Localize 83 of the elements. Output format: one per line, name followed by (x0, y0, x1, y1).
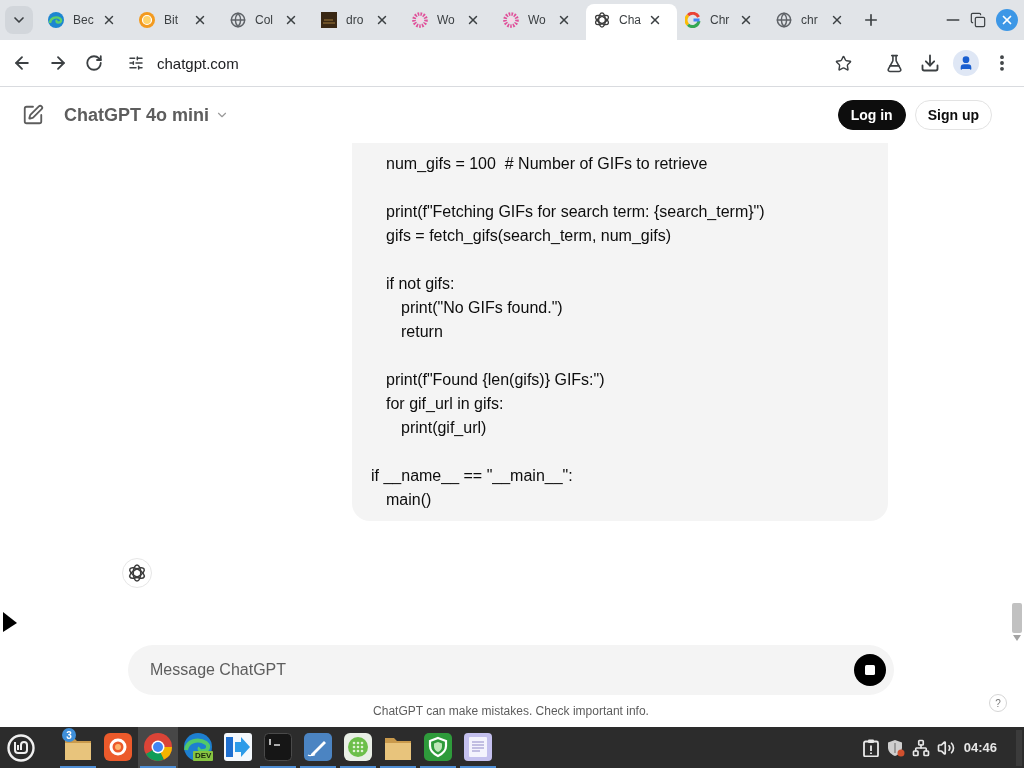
close-icon[interactable] (648, 13, 662, 27)
star-icon[interactable] (835, 54, 852, 72)
login-button[interactable]: Log in (837, 100, 906, 130)
close-icon[interactable] (102, 13, 116, 27)
signup-button[interactable]: Sign up (914, 100, 992, 130)
browser-tab[interactable]: Cha (586, 4, 677, 40)
browser-tab[interactable]: Bit (131, 4, 222, 40)
help-button[interactable]: ? (989, 694, 1007, 712)
clock-text[interactable]: 04:46 (963, 740, 997, 755)
code-line: if not gifs: (386, 274, 455, 294)
close-icon[interactable] (830, 13, 844, 27)
tag-label: DEV (193, 751, 214, 761)
code-line: print(f"Fetching GIFs for search term: {search_term}") (386, 202, 765, 222)
scrollbar-thumb[interactable] (1012, 603, 1022, 633)
code-line: print("No GIFs found.") (401, 298, 563, 318)
disclaimer-text: ChatGPT can make mistakes. Check important info. (373, 704, 649, 718)
pen-icon (304, 733, 332, 761)
code-line: gifs = fetch_gifs(search_term, num_gifs) (386, 226, 672, 246)
close-icon[interactable] (284, 13, 298, 27)
stop-button[interactable] (854, 654, 886, 686)
shield-icon (424, 733, 452, 761)
taskbar-button[interactable] (138, 727, 178, 768)
start-menu-button[interactable] (7, 733, 35, 762)
flower-icon (503, 12, 519, 28)
close-icon[interactable] (375, 13, 389, 27)
person-icon (958, 55, 974, 71)
code-line: if __name__ == "__main__": (371, 466, 573, 487)
browser-tab[interactable]: Wo (404, 4, 495, 40)
clipboard-icon[interactable] (861, 738, 880, 757)
coin-icon (139, 12, 155, 28)
browser-tab[interactable]: Col (222, 4, 313, 40)
code-line: main() (386, 490, 432, 510)
browser-tab[interactable]: dro (313, 4, 404, 40)
grid-icon (344, 733, 372, 761)
thumbnail-icon (321, 12, 337, 28)
close-window-button[interactable] (996, 9, 1018, 31)
reload-icon[interactable] (85, 54, 103, 72)
download-icon[interactable] (920, 53, 940, 73)
terminal-icon (264, 733, 292, 761)
knot-icon (594, 12, 610, 28)
shield-icon[interactable] (886, 738, 905, 757)
knot-icon (128, 564, 146, 582)
close-icon[interactable] (739, 13, 753, 27)
new-tab-icon[interactable] (862, 11, 880, 29)
close-icon[interactable] (193, 13, 207, 27)
ring-logo-icon (104, 733, 132, 761)
back-icon[interactable] (12, 53, 32, 73)
code-line: num_gifs = 100 # Number of GIFs to retrieve (386, 154, 708, 174)
mouse-pointer-icon (3, 612, 17, 632)
volume-icon[interactable] (936, 738, 955, 757)
logo-icon (7, 733, 35, 762)
tab-search-button[interactable] (5, 6, 33, 34)
message-field[interactable]: Message ChatGPT (150, 655, 854, 685)
composer-panel[interactable]: Message ChatGPT (128, 645, 894, 695)
edit-icon[interactable] (22, 104, 44, 126)
close-icon (1000, 13, 1014, 27)
browser-tab[interactable]: Bec (40, 4, 131, 40)
g-logo-icon (685, 12, 701, 28)
sliders-icon[interactable] (128, 55, 144, 71)
network-icon[interactable] (911, 738, 930, 757)
globe-icon (230, 12, 246, 28)
model-title[interactable]: ChatGPT 4o mini (64, 104, 209, 126)
forward-icon[interactable] (48, 53, 68, 73)
close-icon[interactable] (466, 13, 480, 27)
browser-logo-icon (144, 733, 172, 761)
count-badge: 3 (62, 728, 76, 742)
code-line: print(f"Found {len(gifs)} GIFs:") (386, 370, 605, 390)
profile-button[interactable] (953, 50, 979, 76)
swirl-icon (48, 12, 64, 28)
flower-icon (412, 12, 428, 28)
browser-tab[interactable]: chr (768, 4, 859, 40)
browser-tab[interactable]: Chr (677, 4, 768, 40)
notes-icon (464, 733, 492, 761)
browser-tab[interactable]: Wo (495, 4, 586, 40)
code-line: for gif_url in gifs: (386, 394, 504, 414)
code-line: return (401, 322, 443, 342)
restore-icon[interactable] (970, 12, 986, 28)
taskbar-button[interactable]: DEV (178, 727, 218, 768)
flask-icon[interactable] (884, 53, 904, 73)
stop-icon (865, 665, 875, 675)
code-line: print(gif_url) (401, 418, 487, 438)
close-icon[interactable] (557, 13, 571, 27)
globe-icon (776, 12, 792, 28)
